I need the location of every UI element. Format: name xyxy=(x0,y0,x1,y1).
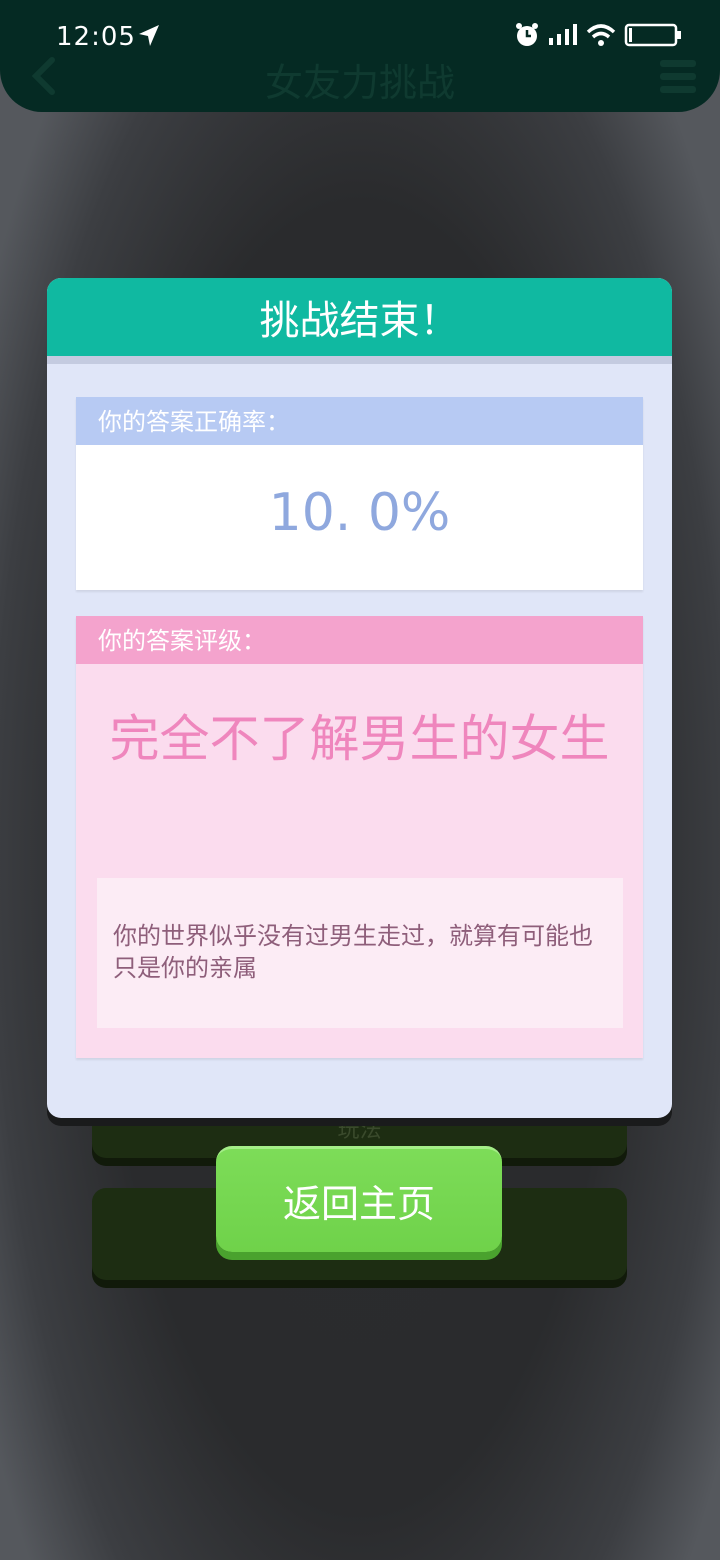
modal-title: 挑战结束！ xyxy=(47,278,672,364)
page-title: 女友力挑战 xyxy=(264,61,455,105)
top-bar: 12:05 女友力挑战 xyxy=(0,0,720,112)
menu-icon[interactable] xyxy=(658,58,698,96)
result-modal: 挑战结束！ 你的答案正确率： 10. 0% 你的答案评级： 完全不了解男生的女生… xyxy=(47,278,672,1118)
return-home-button[interactable]: 返回主页 xyxy=(216,1146,502,1252)
alarm-icon xyxy=(516,23,538,46)
accuracy-card: 你的答案正确率： 10. 0% xyxy=(76,397,643,590)
signal-icon xyxy=(549,24,577,45)
status-time: 12:05 xyxy=(56,22,136,52)
accuracy-label: 你的答案正确率： xyxy=(76,397,643,445)
grade-label: 你的答案评级： xyxy=(76,616,643,664)
accuracy-value: 10. 0% xyxy=(268,483,451,543)
grade-title: 完全不了解男生的女生 xyxy=(109,710,610,768)
battery-icon xyxy=(624,23,681,47)
location-arrow-icon xyxy=(139,25,159,46)
grade-card: 你的答案评级： 完全不了解男生的女生 你的世界似乎没有过男生走过，就算有可能也只… xyxy=(76,616,643,1058)
wifi-icon xyxy=(586,24,616,46)
grade-description: 你的世界似乎没有过男生走过，就算有可能也只是你的亲属 xyxy=(97,878,623,1028)
status-icons xyxy=(514,22,682,48)
